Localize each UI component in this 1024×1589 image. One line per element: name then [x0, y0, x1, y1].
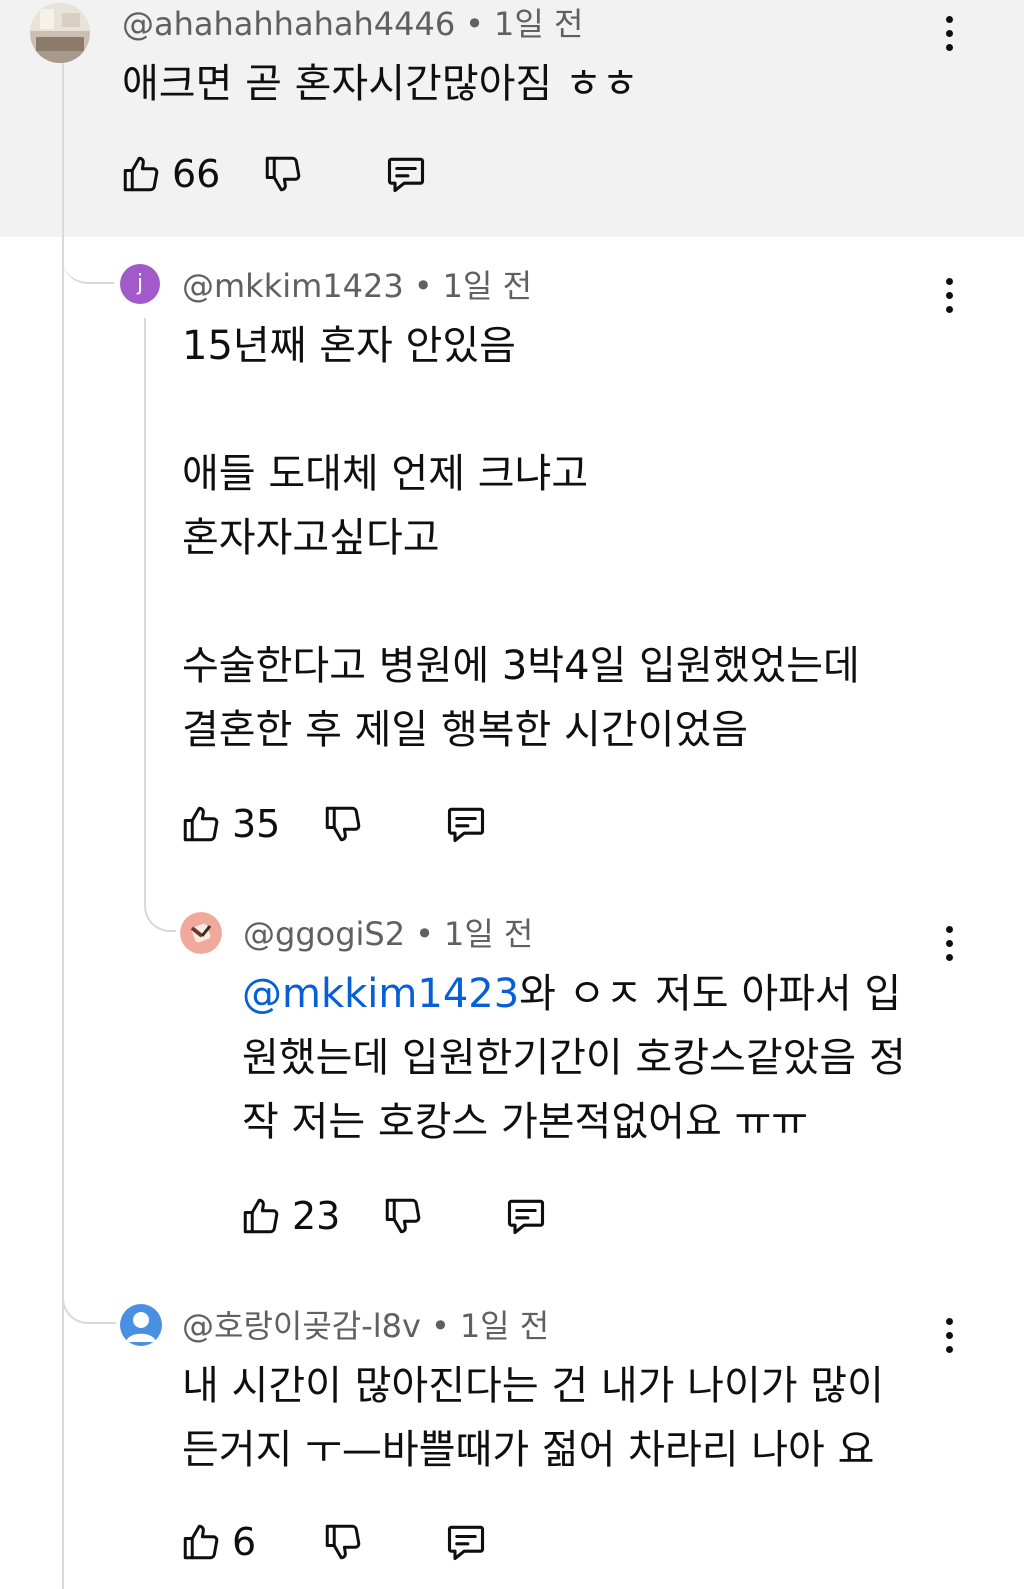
- avatar[interactable]: [120, 1304, 162, 1346]
- reply-button[interactable]: [444, 800, 488, 848]
- dislike-button[interactable]: [322, 1518, 364, 1566]
- dislike-icon: [325, 806, 361, 842]
- separator: •: [413, 267, 433, 305]
- comment-meta: @호랑이곶감-l8v • 1일 전: [182, 1306, 549, 1346]
- like-button[interactable]: 66: [120, 150, 220, 198]
- author-handle[interactable]: @호랑이곶감-l8v: [182, 1307, 421, 1345]
- more-vert-icon: [946, 16, 953, 23]
- avatar[interactable]: j: [120, 264, 160, 304]
- comment-thread: @ahahahhahah4446 • 1일 전 애크면 곧 혼자시간많아짐 ㅎㅎ 6…: [0, 0, 1024, 1589]
- comment-text: @mkkim1423와 ㅇㅈ 저도 아파서 입원했는데 입원한기간이 호캉스같았…: [242, 962, 1002, 1154]
- thread-line-main: [62, 62, 64, 1589]
- timestamp[interactable]: 1일 전: [444, 915, 533, 953]
- more-vert-icon: [946, 926, 953, 933]
- more-vert-icon-dot: [946, 1332, 953, 1339]
- timestamp[interactable]: 1일 전: [460, 1307, 549, 1345]
- author-handle[interactable]: @ggogiS2: [243, 915, 405, 953]
- comment-meta: @ggogiS2 • 1일 전: [243, 914, 533, 954]
- reply-button[interactable]: [384, 150, 428, 198]
- reply-button[interactable]: [504, 1192, 548, 1240]
- more-options-button[interactable]: [934, 924, 964, 964]
- comment-text: 내 시간이 많아진다는 건 내가 나이가 많이 든거지 ㅜ—바쁠때가 젊어 차라…: [182, 1363, 884, 1473]
- more-options-button[interactable]: [934, 14, 964, 54]
- more-vert-icon-dot: [946, 292, 953, 299]
- comment-meta: @ahahahhahah4446 • 1일 전: [122, 4, 583, 44]
- separator: •: [430, 1307, 450, 1345]
- dislike-button[interactable]: [262, 150, 304, 198]
- like-count: 66: [172, 152, 221, 196]
- comment-text-rest: 원했는데 입원한기간이 호캉스같았음 정 작 저는 호캉스 가본적없어요 ㅠㅠ: [242, 1035, 906, 1145]
- more-vert-icon-dot: [946, 306, 953, 313]
- like-icon: [183, 1524, 219, 1560]
- dislike-button[interactable]: [382, 1192, 424, 1240]
- dislike-icon: [385, 1198, 421, 1234]
- thread-connector-reply-2: [62, 1270, 116, 1324]
- more-vert-icon-dot: [946, 44, 953, 51]
- like-icon: [123, 156, 159, 192]
- like-button[interactable]: 35: [180, 800, 280, 848]
- more-options-button[interactable]: [934, 276, 964, 316]
- reply-icon: [387, 157, 425, 193]
- like-icon: [183, 806, 219, 842]
- comment-text: 15년째 혼자 안있음 애들 도대체 언제 크냐고 혼자자고싶다고 수술한다고 …: [182, 323, 860, 753]
- default-avatar-icon: [126, 1312, 156, 1342]
- comment-text: 애크면 곧 혼자시간많아짐 ㅎㅎ: [122, 61, 639, 107]
- thread-connector-reply-1: [62, 232, 114, 284]
- avatar[interactable]: [180, 912, 222, 954]
- comment-meta: @mkkim1423 • 1일 전: [182, 266, 532, 306]
- like-count: 23: [292, 1194, 341, 1238]
- reply-icon: [447, 1525, 485, 1561]
- dislike-icon: [325, 1524, 361, 1560]
- timestamp[interactable]: 1일 전: [443, 267, 532, 305]
- like-count: 6: [232, 1520, 257, 1564]
- separator: •: [465, 5, 485, 43]
- reply-button[interactable]: [444, 1518, 488, 1566]
- avatar[interactable]: [30, 3, 90, 63]
- dislike-button[interactable]: [322, 800, 364, 848]
- separator: •: [415, 915, 434, 953]
- mention-link[interactable]: @mkkim1423: [242, 971, 519, 1017]
- reply-icon: [447, 807, 485, 843]
- more-vert-icon: [946, 278, 953, 285]
- thread-connector-nested-reply: [144, 860, 176, 932]
- thread-line-reply-1: [144, 318, 146, 878]
- timestamp[interactable]: 1일 전: [494, 5, 583, 43]
- more-vert-icon-dot: [946, 940, 953, 947]
- comment-text-line1: 와 ㅇㅈ 저도 아파서 입: [519, 971, 902, 1017]
- like-button[interactable]: 23: [240, 1192, 340, 1240]
- author-handle[interactable]: @mkkim1423: [182, 267, 404, 305]
- reply-icon: [507, 1199, 545, 1235]
- dislike-icon: [265, 156, 301, 192]
- more-vert-icon-dot: [946, 954, 953, 961]
- avatar-letter: j: [136, 271, 144, 296]
- like-icon: [243, 1198, 279, 1234]
- author-handle[interactable]: @ahahahhahah4446: [122, 5, 455, 43]
- like-count: 35: [232, 802, 281, 846]
- like-button[interactable]: 6: [180, 1518, 256, 1566]
- more-vert-icon-dot: [946, 30, 953, 37]
- more-vert-icon-dot: [946, 1346, 953, 1353]
- more-vert-icon: [946, 1318, 953, 1325]
- more-options-button[interactable]: [934, 1316, 964, 1356]
